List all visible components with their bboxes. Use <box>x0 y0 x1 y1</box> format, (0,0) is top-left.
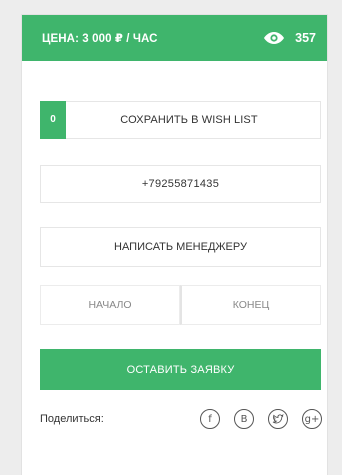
end-time-field[interactable]: КОНЕЦ <box>180 285 321 325</box>
views-count: 357 <box>295 31 316 45</box>
phone-number[interactable]: +79255871435 <box>40 165 321 203</box>
start-time-field[interactable]: НАЧАЛО <box>40 285 180 325</box>
facebook-icon[interactable]: f <box>200 409 220 429</box>
vk-glyph: B <box>240 413 248 425</box>
share-label: Поделиться: <box>40 413 104 425</box>
twitter-bird-shape <box>272 414 284 424</box>
wishlist-label: СОХРАНИТЬ В WISH LIST <box>120 114 258 126</box>
facebook-glyph: f <box>208 413 212 425</box>
share-bar: Поделиться: f B g+ <box>40 408 322 430</box>
message-manager-button[interactable]: НАПИСАТЬ МЕНЕДЖЕРУ <box>40 227 321 267</box>
price-header: ЦЕНА: 3 000 ₽ / ЧАС 357 <box>22 15 327 61</box>
eye-icon <box>264 32 285 44</box>
views-counter: 357 <box>264 31 316 45</box>
google-plus-glyph: g+ <box>304 413 320 425</box>
vk-icon[interactable]: B <box>234 409 254 429</box>
price-label: ЦЕНА: 3 000 ₽ / ЧАС <box>42 33 158 45</box>
wishlist-button[interactable]: 0 СОХРАНИТЬ В WISH LIST <box>40 100 321 139</box>
booking-card: ЦЕНА: 3 000 ₽ / ЧАС 357 0 СОХРАНИТЬ В WI… <box>21 14 328 475</box>
time-range-selector: НАЧАЛО КОНЕЦ <box>40 285 321 325</box>
submit-request-button[interactable]: ОСТАВИТЬ ЗАЯВКУ <box>40 349 321 390</box>
google-plus-icon[interactable]: g+ <box>302 409 322 429</box>
twitter-icon[interactable] <box>268 409 288 429</box>
wishlist-count-badge: 0 <box>40 100 66 139</box>
